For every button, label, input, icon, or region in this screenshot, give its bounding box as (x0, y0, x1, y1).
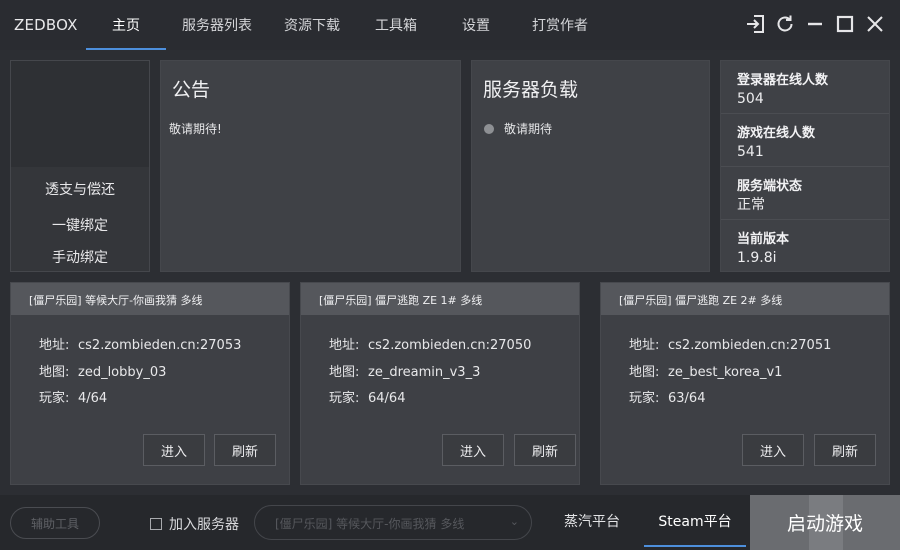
join-server-label: 加入服务器 (169, 517, 239, 533)
manual-bind-button[interactable]: 手动绑定 (11, 247, 149, 267)
launch-game-button[interactable]: 启动游戏 (750, 495, 900, 550)
server-players: 4/64 (78, 391, 108, 406)
close-button[interactable] (863, 12, 887, 36)
nav-tab-settings[interactable]: 设置 (448, 0, 504, 50)
enter-server-button[interactable]: 进入 (442, 434, 504, 466)
server-load-title: 服务器负载 (483, 79, 579, 101)
server-card-title: [僵尸乐园] 僵尸逃跑 ZE 1# 多线 (301, 283, 579, 315)
nav-tab-downloads[interactable]: 资源下载 (272, 0, 352, 50)
stat-server-status: 服务端状态 正常 (721, 167, 889, 220)
server-players-row: 玩家: 64/64 (329, 387, 405, 406)
status-dot-icon (484, 123, 494, 134)
field-label: 地图: (329, 365, 360, 380)
stat-value: 504 (737, 91, 764, 107)
stat-value: 1.9.8i (737, 250, 777, 266)
server-players: 64/64 (368, 391, 406, 406)
notice-body: 敬请期待! (169, 122, 222, 136)
platform-tab-steam[interactable]: Steam平台 (644, 495, 746, 547)
server-card-title: [僵尸乐园] 僵尸逃跑 ZE 2# 多线 (601, 283, 889, 315)
refresh-icon (777, 15, 793, 32)
nav-tab-donate[interactable]: 打赏作者 (520, 0, 600, 50)
login-exit-button[interactable] (743, 12, 767, 36)
stat-label: 游戏在线人数 (737, 126, 816, 141)
maximize-icon (836, 15, 854, 33)
stats-panel: 登录器在线人数 504 游戏在线人数 541 服务端状态 正常 当前版本 1.9… (720, 60, 890, 272)
refresh-server-button[interactable]: 刷新 (814, 434, 876, 466)
server-address: cs2.zombieden.cn:27050 (368, 338, 532, 353)
server-address-row: 地址: cs2.zombieden.cn:27051 (629, 334, 831, 353)
join-server-toggle[interactable]: 加入服务器 (150, 514, 239, 534)
server-card: [僵尸乐园] 僵尸逃跑 ZE 2# 多线 地址: cs2.zombieden.cn… (600, 282, 890, 485)
server-load-status: 敬请期待 (484, 120, 552, 137)
server-load-status-text: 敬请期待 (504, 122, 553, 136)
server-card: [僵尸乐园] 等候大厅-你画我猜 多线 地址: cs2.zombieden.cn:… (10, 282, 290, 485)
stat-launcher-online: 登录器在线人数 504 (721, 61, 889, 114)
refresh-server-button[interactable]: 刷新 (214, 434, 276, 466)
server-address-row: 地址: cs2.zombieden.cn:27050 (329, 334, 531, 353)
enter-server-button[interactable]: 进入 (742, 434, 804, 466)
avatar-area (11, 61, 149, 167)
server-map-row: 地图: ze_dreamin_v3_3 (329, 361, 480, 380)
notice-panel: 公告 敬请期待! (160, 60, 461, 272)
server-map-row: 地图: zed_lobby_03 (39, 361, 166, 380)
server-map-row: 地图: ze_best_korea_v1 (629, 361, 782, 380)
field-label: 地址: (329, 338, 360, 353)
maximize-button[interactable] (833, 12, 857, 36)
nav-tab-toolbox[interactable]: 工具箱 (362, 0, 430, 50)
login-exit-icon (747, 15, 764, 33)
stat-current-version: 当前版本 1.9.8i (721, 220, 889, 273)
server-map: ze_dreamin_v3_3 (368, 365, 481, 380)
server-select[interactable]: [僵尸乐园] 等候大厅-你画我猜 多线 ⌄ (254, 505, 532, 540)
stat-label: 登录器在线人数 (737, 73, 829, 88)
server-map: zed_lobby_03 (78, 365, 167, 380)
platform-tab-zhengqi[interactable]: 蒸汽平台 (552, 495, 632, 547)
nav-tab-home[interactable]: 主页 (86, 0, 166, 50)
server-card: [僵尸乐园] 僵尸逃跑 ZE 1# 多线 地址: cs2.zombieden.cn… (300, 282, 580, 485)
server-address-row: 地址: cs2.zombieden.cn:27053 (39, 334, 241, 353)
refresh-server-button[interactable]: 刷新 (514, 434, 576, 466)
helper-tools-button[interactable]: 辅助工具 (10, 507, 100, 539)
notice-title: 公告 (172, 79, 211, 101)
server-load-panel: 服务器负载 敬请期待 (471, 60, 710, 272)
app-brand: ZEDBOX (14, 16, 78, 34)
account-actions-panel: 透支与偿还 一键绑定 手动绑定 (10, 60, 150, 272)
stat-label: 服务端状态 (737, 179, 803, 194)
enter-server-button[interactable]: 进入 (143, 434, 205, 466)
field-label: 地址: (629, 338, 660, 353)
field-label: 地址: (39, 338, 70, 353)
server-players: 63/64 (668, 391, 706, 406)
stat-label: 当前版本 (737, 232, 790, 247)
server-address: cs2.zombieden.cn:27051 (668, 338, 832, 353)
server-select-value: [僵尸乐园] 等候大厅-你画我猜 多线 (275, 517, 465, 531)
stat-value: 正常 (737, 197, 765, 213)
refresh-window-button[interactable] (773, 12, 797, 36)
minimize-icon (808, 22, 822, 26)
overdraft-repay-button[interactable]: 透支与偿还 (11, 179, 149, 199)
server-map: ze_best_korea_v1 (668, 365, 783, 380)
minimize-button[interactable] (803, 12, 827, 36)
server-address: cs2.zombieden.cn:27053 (78, 338, 242, 353)
stat-game-online: 游戏在线人数 541 (721, 114, 889, 167)
stat-value: 541 (737, 144, 764, 160)
launch-game-label: 启动游戏 (786, 513, 863, 535)
field-label: 玩家: (39, 391, 70, 406)
field-label: 地图: (629, 365, 660, 380)
chevron-down-icon: ⌄ (509, 515, 519, 528)
field-label: 玩家: (629, 391, 660, 406)
server-players-row: 玩家: 4/64 (39, 387, 107, 406)
field-label: 玩家: (329, 391, 360, 406)
one-click-bind-button[interactable]: 一键绑定 (11, 215, 149, 235)
close-icon (867, 16, 883, 32)
bottom-bar: 辅助工具 加入服务器 [僵尸乐园] 等候大厅-你画我猜 多线 ⌄ 蒸汽平台 St… (0, 495, 900, 550)
server-card-title: [僵尸乐园] 等候大厅-你画我猜 多线 (11, 283, 289, 315)
server-players-row: 玩家: 63/64 (629, 387, 705, 406)
title-bar: ZEDBOX 主页 服务器列表 资源下载 工具箱 设置 打赏作者 (0, 0, 900, 50)
join-server-checkbox[interactable] (150, 518, 162, 530)
field-label: 地图: (39, 365, 70, 380)
nav-tab-server-list[interactable]: 服务器列表 (172, 0, 262, 50)
